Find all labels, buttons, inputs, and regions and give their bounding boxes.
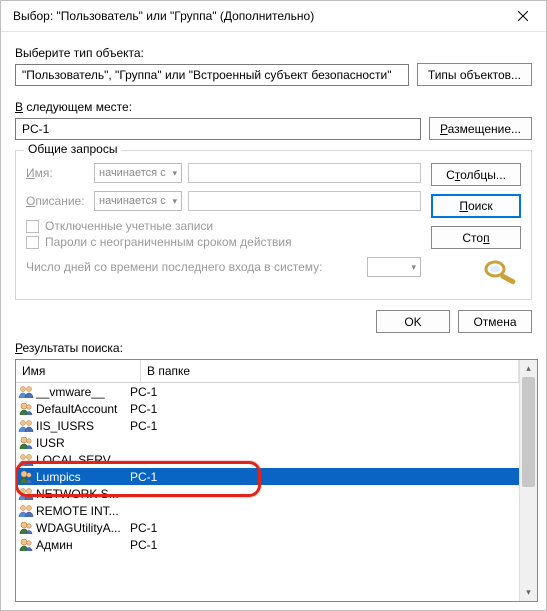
vertical-scrollbar[interactable]: ▴ ▾	[519, 360, 537, 601]
name-filter-label: Имя:	[26, 166, 88, 180]
nonexpiring-pw-checkbox[interactable]: Пароли с неограниченным сроком действия	[26, 235, 421, 249]
scroll-down-icon[interactable]: ▾	[520, 584, 537, 601]
row-folder: PC-1	[130, 538, 157, 552]
group-title: Общие запросы	[24, 142, 121, 156]
col-header-folder[interactable]: В папке	[141, 360, 519, 382]
row-name: Lumpics	[36, 470, 130, 484]
row-name: __vmware__	[36, 385, 130, 399]
group-icon	[18, 452, 34, 468]
row-name: LOCAL SERV...	[36, 453, 130, 467]
user-icon	[18, 401, 34, 417]
row-name: IIS_IUSRS	[36, 419, 130, 433]
disabled-accounts-checkbox[interactable]: Отключенные учетные записи	[26, 219, 421, 233]
row-folder: PC-1	[130, 470, 157, 484]
group-icon	[18, 384, 34, 400]
object-type-field[interactable]: "Пользователь", "Группа" или "Встроенный…	[15, 64, 409, 86]
user-icon	[18, 469, 34, 485]
columns-button[interactable]: Столбцы...	[431, 163, 521, 186]
checkbox-icon	[26, 220, 39, 233]
locations-button[interactable]: Размещение...	[429, 117, 532, 140]
days-combo[interactable]: ▾	[367, 257, 421, 277]
name-filter-input[interactable]	[188, 163, 421, 183]
row-name: REMOTE INT...	[36, 504, 130, 518]
group-icon	[18, 486, 34, 502]
row-name: WDAGUtilityA...	[36, 521, 130, 535]
table-row[interactable]: DefaultAccountPC-1	[16, 400, 519, 417]
scroll-up-icon[interactable]: ▴	[520, 360, 537, 377]
col-header-name[interactable]: Имя	[16, 360, 141, 382]
title-bar: Выбор: "Пользователь" или "Группа" (Допо…	[1, 1, 546, 32]
dialog-body: Выберите тип объекта: "Пользователь", "Г…	[1, 32, 546, 300]
dialog-footer: OK Отмена	[1, 300, 546, 341]
chevron-down-icon: ▾	[411, 262, 416, 273]
row-name: NETWORK S...	[36, 487, 130, 501]
object-types-button[interactable]: Типы объектов...	[417, 63, 532, 86]
chevron-down-icon: ▾	[172, 196, 177, 207]
row-folder: PC-1	[130, 402, 157, 416]
row-name: IUSR	[36, 436, 130, 450]
results-rows: __vmware__PC-1DefaultAccountPC-1IIS_IUSR…	[16, 383, 519, 553]
window-title: Выбор: "Пользователь" или "Группа" (Допо…	[13, 9, 500, 23]
desc-filter-input[interactable]	[188, 191, 421, 211]
table-row[interactable]: REMOTE INT...	[16, 502, 519, 519]
group-icon	[18, 418, 34, 434]
object-type-label: Выберите тип объекта:	[15, 46, 532, 60]
find-now-button[interactable]: Поиск	[431, 194, 521, 218]
group-icon	[18, 503, 34, 519]
desc-filter-label: Описание:	[26, 194, 88, 208]
row-folder: PC-1	[130, 419, 157, 433]
days-since-logon-label: Число дней со времени последнего входа в…	[26, 260, 359, 274]
table-row[interactable]: LOCAL SERV...	[16, 451, 519, 468]
magnifier-icon	[477, 257, 521, 285]
desc-filter-combo[interactable]: начинается с▾	[94, 191, 182, 211]
results-label: Результаты поиска:	[1, 341, 546, 359]
table-row[interactable]: IUSR	[16, 434, 519, 451]
results-header: Имя В папке	[16, 360, 519, 383]
close-button[interactable]	[500, 1, 546, 31]
cancel-button[interactable]: Отмена	[458, 310, 532, 333]
chevron-down-icon: ▾	[172, 168, 177, 179]
scroll-thumb[interactable]	[522, 377, 535, 487]
table-row[interactable]: __vmware__PC-1	[16, 383, 519, 400]
row-folder: PC-1	[130, 385, 157, 399]
checkbox-icon	[26, 236, 39, 249]
table-row[interactable]: NETWORK S...	[16, 485, 519, 502]
user-icon	[18, 435, 34, 451]
location-field[interactable]: PC-1	[15, 118, 421, 140]
user-icon	[18, 520, 34, 536]
ok-button[interactable]: OK	[376, 310, 450, 333]
close-icon	[518, 11, 528, 21]
results-list: Имя В папке __vmware__PC-1DefaultAccount…	[15, 359, 538, 602]
dialog-window: Выбор: "Пользователь" или "Группа" (Допо…	[0, 0, 547, 611]
location-label: В следующем месте:	[15, 100, 532, 114]
row-folder: PC-1	[130, 521, 157, 535]
table-row[interactable]: LumpicsPC-1	[16, 468, 519, 485]
name-filter-combo[interactable]: начинается с▾	[94, 163, 182, 183]
table-row[interactable]: IIS_IUSRSPC-1	[16, 417, 519, 434]
common-queries-group: Общие запросы Имя: начинается с▾ Описани…	[15, 150, 532, 300]
table-row[interactable]: АдминPC-1	[16, 536, 519, 553]
row-name: Админ	[36, 538, 130, 552]
row-name: DefaultAccount	[36, 402, 130, 416]
user-icon	[18, 537, 34, 553]
stop-button[interactable]: Стоп	[431, 226, 521, 249]
table-row[interactable]: WDAGUtilityA...PC-1	[16, 519, 519, 536]
